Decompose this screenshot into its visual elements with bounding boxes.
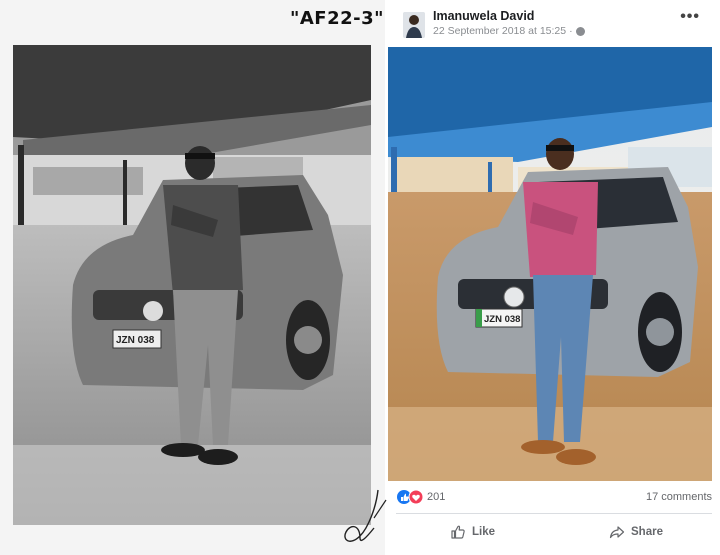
exhibit-label: "AF22-3" xyxy=(290,8,385,29)
like-button[interactable]: Like xyxy=(450,522,495,542)
bw-plate-text: JZN 038 xyxy=(116,335,155,346)
facebook-post: Imanuwela David 22 September 2018 at 15:… xyxy=(387,0,720,555)
post-header: Imanuwela David 22 September 2018 at 15:… xyxy=(387,0,720,45)
globe-icon xyxy=(575,26,585,36)
evidence-document: "AF22-3" JZN 038 xyxy=(0,0,388,555)
post-photo[interactable]: JZN 038 xyxy=(388,47,712,481)
signature-mark xyxy=(338,488,388,548)
post-timestamp[interactable]: 22 September 2018 at 15:25 xyxy=(433,25,566,37)
reaction-count[interactable]: 201 xyxy=(427,491,445,503)
share-icon xyxy=(609,526,625,539)
grayscale-photo: JZN 038 xyxy=(13,45,371,525)
like-label: Like xyxy=(472,526,496,538)
color-plate-text: JZN 038 xyxy=(484,314,520,325)
reaction-icons[interactable] xyxy=(396,489,424,505)
share-label: Share xyxy=(631,526,663,538)
post-meta: 22 September 2018 at 15:25 · xyxy=(433,25,585,37)
avatar[interactable] xyxy=(403,12,425,38)
divider xyxy=(396,513,712,514)
author-name[interactable]: Imanuwela David xyxy=(433,9,534,23)
share-button[interactable]: Share xyxy=(609,522,663,542)
reactions-bar: 201 17 comments xyxy=(396,489,712,507)
more-options-button[interactable]: ••• xyxy=(680,8,700,26)
thumbs-up-icon xyxy=(451,525,465,539)
comments-count[interactable]: 17 comments xyxy=(646,491,712,503)
